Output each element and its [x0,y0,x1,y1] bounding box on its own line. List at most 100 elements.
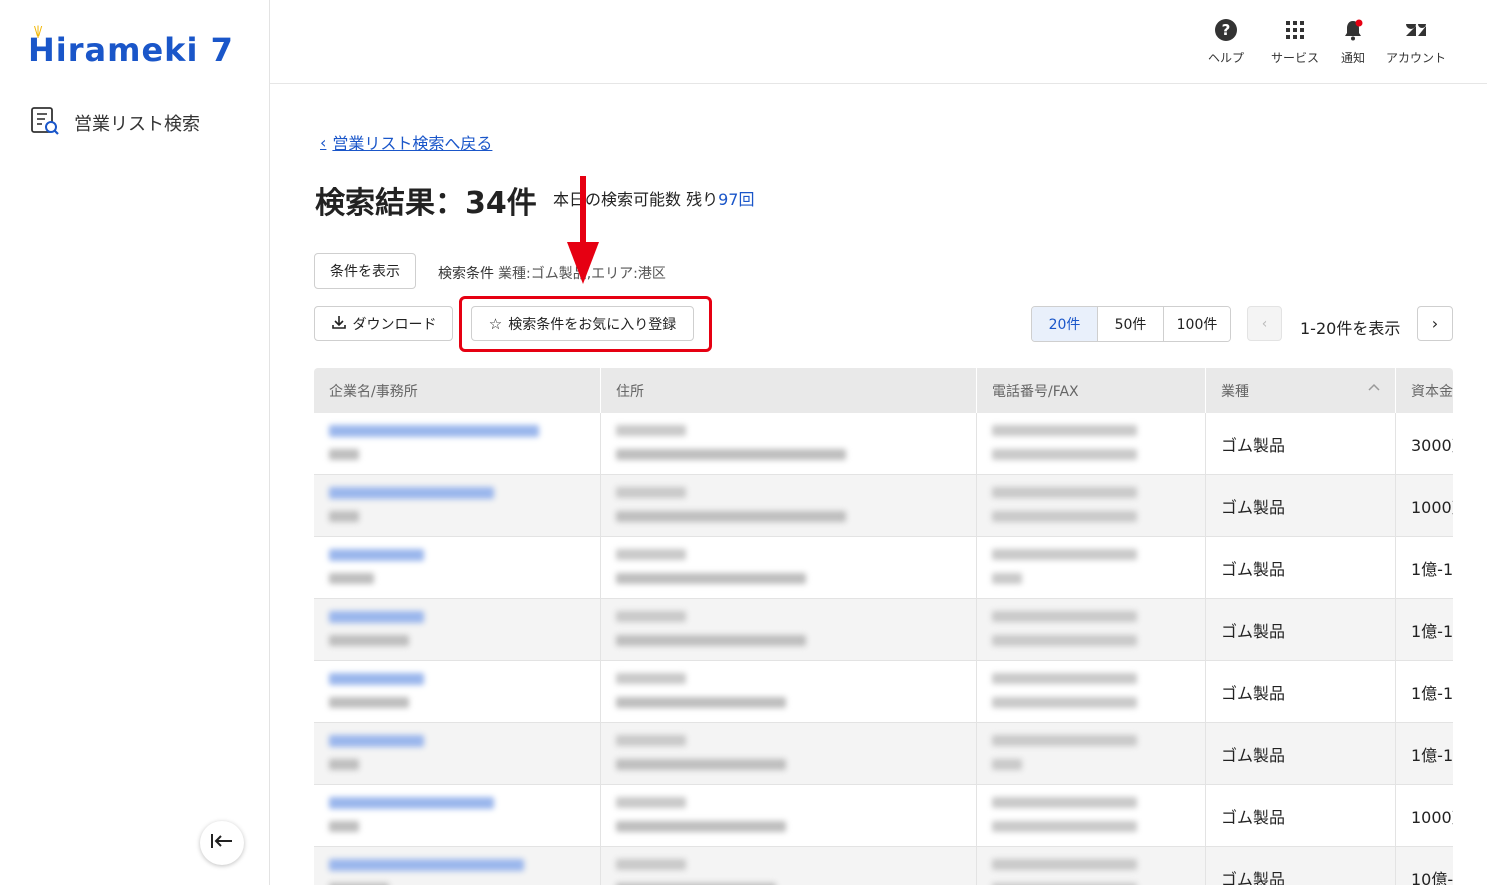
column-header-address[interactable]: 住所 [601,368,977,413]
redacted-fax [992,573,1022,584]
cell-phone [977,847,1206,885]
redacted-phone [992,611,1137,622]
cell-industry: ゴム製品 [1206,475,1396,537]
redacted-office [329,449,359,460]
cell-address [601,475,977,537]
logo-sun-icon: \|/ [34,24,42,38]
redacted-office [329,511,359,522]
conditions-label: 検索条件 [438,266,494,282]
redacted-fax [992,449,1137,460]
svg-text:?: ? [1222,21,1231,39]
sidebar-item-sales-list-search[interactable]: 営業リスト検索 [30,106,200,140]
table-row[interactable]: ゴム製品 1000万 [314,475,1453,537]
collapse-left-icon [210,832,234,854]
table-row[interactable]: ゴム製品 1億-1 [314,661,1453,723]
table-row[interactable]: ゴム製品 10億- [314,847,1453,885]
cell-phone [977,475,1206,537]
results-table: 企業名/事務所 住所 電話番号/FAX 業種 資本金 ゴム製品 3000万ゴム製品… [314,368,1453,885]
services-label: サービス [1271,51,1320,65]
sidebar-collapse-button[interactable] [200,821,244,865]
back-link-label: 営業リスト検索へ戻る [332,134,493,153]
cell-address [601,723,977,785]
table-row[interactable]: ゴム製品 1億-1 [314,723,1453,785]
page-title: 検索結果：34件 [315,186,537,221]
account-label: アカウント [1386,51,1447,65]
cell-address [601,785,977,847]
cell-address [601,847,977,885]
redacted-phone [992,859,1137,870]
cell-company[interactable] [314,785,601,847]
logo-text: Hirameki 7 [28,31,234,69]
prev-page-button[interactable]: ‹ [1247,306,1282,341]
redacted-office [329,821,359,832]
cell-company[interactable] [314,413,601,475]
cell-company[interactable] [314,537,601,599]
table-row[interactable]: ゴム製品 1億-1 [314,599,1453,661]
redacted-phone [992,549,1137,560]
cell-company[interactable] [314,723,601,785]
annotation-arrow-head [567,242,599,284]
redacted-postal-code [616,549,686,560]
download-button[interactable]: ダウンロード [314,306,453,341]
cell-capital: 1億-1 [1411,560,1453,579]
redacted-address [616,821,786,832]
page-size-selector: 20件 50件 100件 [1031,306,1231,342]
redacted-postal-code [616,611,686,622]
column-header-capital[interactable]: 資本金 [1396,368,1453,413]
cell-phone [977,785,1206,847]
page-size-50[interactable]: 50件 [1098,307,1164,341]
redacted-company-name [329,611,424,623]
account-button[interactable]: アカウント [1386,18,1446,66]
download-label: ダウンロード [352,316,437,333]
redacted-address [616,635,806,646]
cell-company[interactable] [314,847,601,885]
cell-phone [977,661,1206,723]
cell-phone [977,599,1206,661]
redacted-postal-code [616,797,686,808]
services-button[interactable]: サービス [1271,18,1319,66]
column-header-industry[interactable]: 業種 [1206,368,1396,413]
table-row[interactable]: ゴム製品 3000万 [314,413,1453,475]
cell-industry: ゴム製品 [1206,785,1396,847]
redacted-company-name [329,425,539,437]
back-to-search-link[interactable]: ‹ 営業リスト検索へ戻る [320,130,492,154]
page-size-20[interactable]: 20件 [1032,307,1098,341]
redacted-office [329,573,374,584]
redacted-address [616,511,846,522]
remaining-count: 97回 [718,190,755,209]
redacted-postal-code [616,735,686,746]
redacted-company-name [329,735,424,747]
cell-company[interactable] [314,661,601,723]
redacted-company-name [329,859,524,871]
redacted-address [616,573,806,584]
cell-capital: 1億-1 [1411,746,1453,765]
cell-address [601,599,977,661]
sidebar-item-label: 営業リスト検索 [74,114,200,135]
cell-capital: 1億-1 [1411,622,1453,641]
cell-company[interactable] [314,475,601,537]
cell-capital: 1億-1 [1411,684,1453,703]
redacted-fax [992,759,1022,770]
redacted-address [616,697,786,708]
redacted-office [329,697,409,708]
cell-industry: ゴム製品 [1206,537,1396,599]
grid-icon [1283,18,1307,46]
redacted-company-name [329,487,494,499]
notifications-button[interactable]: 通知 [1341,18,1365,66]
next-page-button[interactable]: › [1417,306,1453,341]
brand-logo[interactable]: \|/ Hirameki 7 [28,24,234,70]
column-header-phone[interactable]: 電話番号/FAX [977,368,1206,413]
cell-company[interactable] [314,599,601,661]
redacted-phone [992,425,1137,436]
table-row[interactable]: ゴム製品 1000万 [314,785,1453,847]
table-row[interactable]: ゴム製品 1億-1 [314,537,1453,599]
redacted-address [616,759,786,770]
zendesk-icon [1404,18,1428,46]
help-button[interactable]: ? ヘルプ [1208,18,1244,66]
show-conditions-button[interactable]: 条件を表示 [314,253,416,289]
cell-capital: 1000万 [1411,498,1453,517]
page-size-100[interactable]: 100件 [1164,307,1230,341]
cell-address [601,413,977,475]
column-header-company[interactable]: 企業名/事務所 [314,368,601,413]
cell-address [601,537,977,599]
